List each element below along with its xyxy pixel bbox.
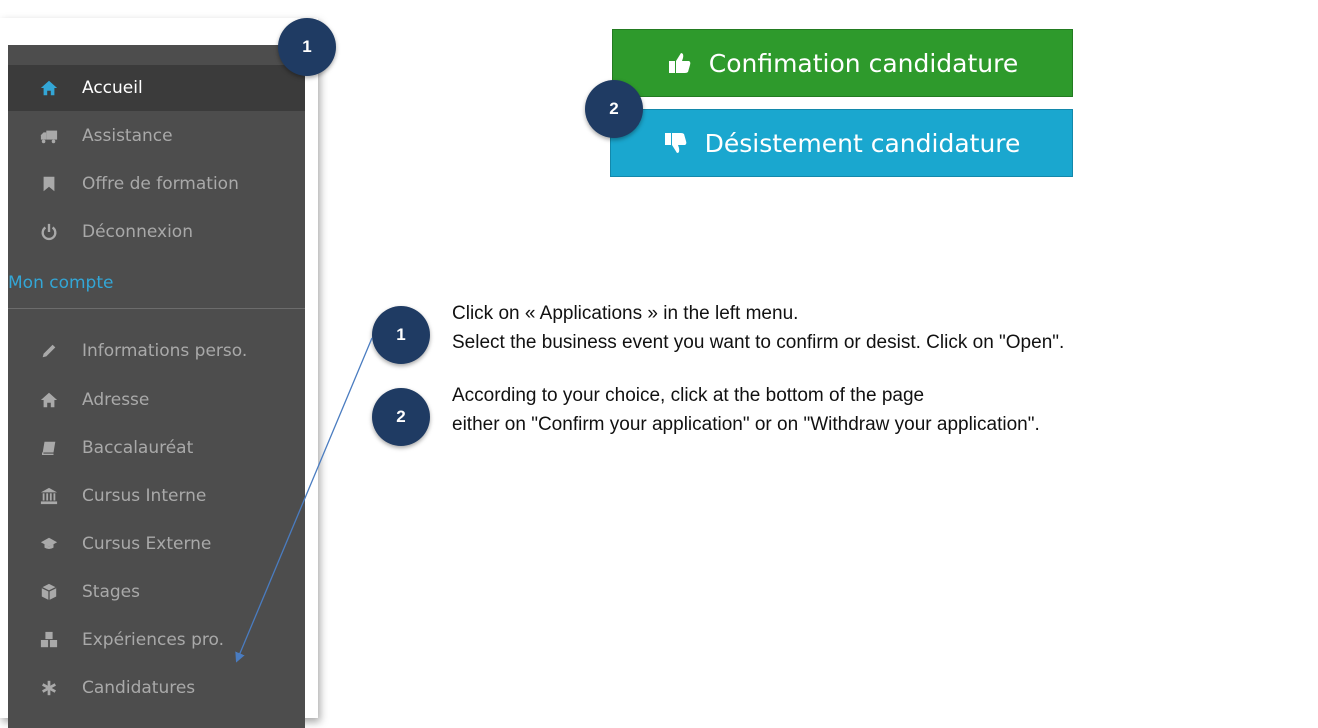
instruction-badge-2: 2 [372, 388, 430, 446]
cube-icon [40, 583, 58, 601]
thumbs-up-icon [667, 50, 693, 76]
sidebar-item-label: Candidatures [82, 678, 196, 698]
instruction-step-2-line-1: According to your choice, click at the b… [452, 385, 925, 406]
sidebar-item-label: Accueil [82, 78, 143, 98]
sidebar-item-candidatures[interactable]: Candidatures [8, 665, 305, 711]
sidebar-item-label: Adresse [82, 390, 150, 410]
sidebar-item-accueil[interactable]: Accueil [8, 65, 305, 111]
home-icon [40, 391, 58, 409]
section-divider [8, 308, 305, 309]
sidebar-item-label: Cursus Externe [82, 534, 212, 554]
sidebar-item-stages[interactable]: Stages [8, 569, 305, 615]
instruction-step-1: Click on « Applications » in the left me… [452, 299, 1064, 357]
sidebar-item-label: Baccalauréat [82, 438, 194, 458]
bookmark-icon [40, 175, 58, 193]
sidebar-menu: Accueil Assistance Offre de formation Dé… [8, 45, 305, 728]
pencil-icon [40, 342, 58, 360]
confirm-application-button[interactable]: Confimation candidature [612, 29, 1073, 97]
withdraw-application-button[interactable]: Désistement candidature [610, 109, 1073, 177]
sidebar-item-informations-perso[interactable]: Informations perso. [8, 328, 305, 374]
instruction-badge-1: 1 [372, 306, 430, 364]
sidebar-item-cursus-externe[interactable]: Cursus Externe [8, 521, 305, 567]
confirm-button-label: Confimation candidature [708, 48, 1019, 78]
university-icon [40, 487, 58, 505]
sidebar-screenshot-frame: Accueil Assistance Offre de formation Dé… [0, 18, 318, 728]
instruction-step-2: According to your choice, click at the b… [452, 381, 1040, 439]
sidebar-item-adresse[interactable]: Adresse [8, 377, 305, 423]
sidebar-item-deconnexion[interactable]: Déconnexion [8, 209, 305, 255]
sidebar-item-cursus-interne[interactable]: Cursus Interne [8, 473, 305, 519]
desist-button-label: Désistement candidature [704, 128, 1021, 158]
truck-icon [40, 127, 58, 145]
sidebar-item-label: Cursus Interne [82, 486, 207, 506]
instruction-step-2-line-2: either on "Confirm your application" or … [452, 414, 1040, 435]
section-title-mon-compte: Mon compte [8, 273, 114, 293]
asterisk-icon [40, 679, 58, 697]
sidebar-item-label: Informations perso. [82, 341, 248, 361]
book-icon [40, 439, 58, 457]
sidebar-item-label: Expériences pro. [82, 630, 224, 650]
sidebar-item-offre-de-formation[interactable]: Offre de formation [8, 161, 305, 207]
power-icon [40, 223, 58, 241]
step-badge-1: 1 [278, 18, 336, 76]
graduation-cap-icon [40, 535, 58, 553]
sidebar-item-assistance[interactable]: Assistance [8, 113, 305, 159]
instruction-step-1-line-2: Select the business event you want to co… [452, 332, 1065, 353]
home-icon [40, 79, 58, 97]
instruction-step-1-line-1: Click on « Applications » in the left me… [452, 303, 799, 324]
sidebar-item-label: Assistance [82, 126, 173, 146]
sidebar-item-experiences-pro[interactable]: Expériences pro. [8, 617, 305, 663]
thumbs-down-icon [663, 130, 689, 156]
sidebar-item-label: Stages [82, 582, 140, 602]
sidebar-item-label: Déconnexion [82, 222, 193, 242]
cubes-icon [40, 631, 58, 649]
sidebar-item-label: Offre de formation [82, 174, 239, 194]
step-badge-2: 2 [585, 80, 643, 138]
sidebar-item-baccalaureat[interactable]: Baccalauréat [8, 425, 305, 471]
